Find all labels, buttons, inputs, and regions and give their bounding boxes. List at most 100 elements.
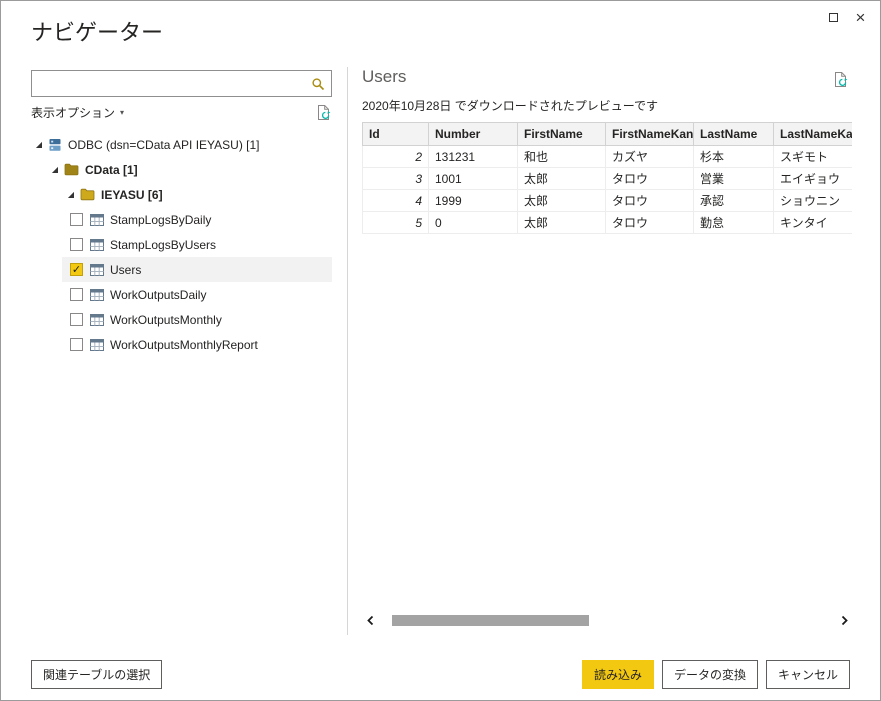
preview-table: Id Number FirstName FirstNameKana LastNa…	[362, 122, 852, 234]
table-cell: 131231	[428, 145, 518, 168]
table-checkbox[interactable]	[70, 288, 83, 301]
tree-node-label: WorkOutputsMonthlyReport	[110, 337, 258, 352]
navigator-dialog: × ナビゲーター 表示オプション ▾ ◢ ODBC (dsn=CData API…	[0, 0, 881, 701]
tree-node-workoutputsdaily[interactable]: WorkOutputsDaily	[62, 282, 332, 307]
table-checkbox[interactable]	[70, 313, 83, 326]
tree-node-odbc[interactable]: ◢ ODBC (dsn=CData API IEYASU) [1]	[31, 132, 332, 157]
table-checkbox[interactable]	[70, 238, 83, 251]
table-cell: 4	[362, 189, 429, 212]
transform-data-button[interactable]: データの変換	[661, 660, 758, 689]
close-icon: ×	[855, 8, 866, 27]
tree-node-label: ODBC (dsn=CData API IEYASU) [1]	[68, 137, 260, 152]
folder-icon	[64, 163, 79, 176]
page-title: ナビゲーター	[31, 20, 164, 45]
search-icon[interactable]	[305, 71, 331, 96]
table-cell: 杉本	[693, 145, 774, 168]
expand-collapse-icon[interactable]: ◢	[49, 165, 61, 174]
tree-node-label: IEYASU [6]	[101, 187, 163, 202]
tree-node-users[interactable]: ✓ Users	[62, 257, 332, 282]
table-row: 4 1999 太郎 タロウ 承認 ショウニン	[362, 189, 852, 212]
column-header: Id	[362, 122, 429, 146]
close-button[interactable]: ×	[847, 5, 874, 30]
tree-node-ieyasu[interactable]: ◢ IEYASU [6]	[31, 182, 332, 207]
table-cell: スギモト	[773, 145, 852, 168]
table-row: 5 0 太郎 タロウ 勤怠 キンタイ	[362, 211, 852, 234]
tree-node-label: WorkOutputsDaily	[110, 287, 207, 302]
table-cell: 勤怠	[693, 211, 774, 234]
table-cell: 1999	[428, 189, 518, 212]
tree-node-label: CData [1]	[85, 162, 138, 177]
table-cell: タロウ	[605, 211, 694, 234]
table-checkbox[interactable]	[70, 213, 83, 226]
display-options-row: 表示オプション ▾	[31, 101, 332, 123]
tree-node-workoutputsmonthly[interactable]: WorkOutputsMonthly	[62, 307, 332, 332]
table-icon	[90, 238, 104, 251]
table-cell: 太郎	[517, 211, 606, 234]
search-input[interactable]	[32, 71, 305, 96]
table-cell: タロウ	[605, 167, 694, 190]
window-controls: ×	[820, 5, 874, 30]
scroll-right-button[interactable]	[836, 612, 852, 629]
scrollbar-track[interactable]	[378, 612, 836, 629]
display-options-dropdown[interactable]: 表示オプション ▾	[31, 104, 124, 121]
display-options-label: 表示オプション	[31, 105, 116, 120]
table-cell: 1001	[428, 167, 518, 190]
column-header: Number	[428, 122, 518, 146]
navigation-tree: ◢ ODBC (dsn=CData API IEYASU) [1] ◢ CDat…	[31, 132, 332, 357]
check-icon: ✓	[71, 264, 82, 276]
header-row: Id Number FirstName FirstNameKana LastNa…	[362, 122, 852, 146]
scrollbar-thumb[interactable]	[392, 615, 589, 626]
column-header: LastNameKana	[773, 122, 852, 146]
tree-node-stamplogsbydaily[interactable]: StampLogsByDaily	[62, 207, 332, 232]
column-header: FirstNameKana	[605, 122, 694, 146]
refresh-icon[interactable]	[315, 104, 332, 121]
tree-node-cdata[interactable]: ◢ CData [1]	[31, 157, 332, 182]
table-cell: 営業	[693, 167, 774, 190]
select-related-tables-button[interactable]: 関連テーブルの選択	[31, 660, 163, 689]
load-button[interactable]: 読み込み	[581, 660, 654, 689]
tree-node-label: StampLogsByDaily	[110, 212, 212, 227]
table-row: 3 1001 太郎 タロウ 営業 エイギョウ	[362, 167, 852, 190]
table-cell: カズヤ	[605, 145, 694, 168]
scroll-right-icon	[841, 615, 848, 626]
table-icon	[90, 263, 104, 276]
column-header: LastName	[693, 122, 774, 146]
folder-icon	[80, 188, 95, 201]
panel-divider	[347, 67, 348, 635]
maximize-icon	[829, 13, 838, 22]
expand-collapse-icon[interactable]: ◢	[33, 140, 45, 149]
table-row: 2 131231 和也 カズヤ 杉本 スギモト	[362, 145, 852, 168]
horizontal-scrollbar	[362, 612, 852, 629]
table-cell: エイギョウ	[773, 167, 852, 190]
table-cell: 2	[362, 145, 429, 168]
search-box	[31, 70, 332, 97]
preview-table-container: Id Number FirstName FirstNameKana LastNa…	[362, 122, 852, 234]
preview-subtitle: 2020年10月28日 でダウンロードされたプレビューです	[362, 99, 659, 113]
table-checkbox[interactable]	[70, 338, 83, 351]
table-cell: 3	[362, 167, 429, 190]
expand-collapse-icon[interactable]: ◢	[65, 190, 77, 199]
cancel-button[interactable]: キャンセル	[765, 660, 850, 689]
tree-node-stamplogsbyusers[interactable]: StampLogsByUsers	[62, 232, 332, 257]
table-cell: 太郎	[517, 189, 606, 212]
preview-title: Users	[362, 67, 407, 86]
tree-node-label: StampLogsByUsers	[110, 237, 217, 252]
maximize-button[interactable]	[820, 5, 847, 30]
odbc-server-icon	[48, 138, 62, 152]
table-cell: タロウ	[605, 189, 694, 212]
chevron-down-icon: ▾	[120, 107, 125, 117]
column-header: FirstName	[517, 122, 606, 146]
table-cell: 太郎	[517, 167, 606, 190]
table-icon	[90, 288, 104, 301]
footer-actions: 読み込み データの変換 キャンセル	[581, 660, 850, 689]
table-cell: 和也	[517, 145, 606, 168]
table-checkbox[interactable]: ✓	[70, 263, 83, 276]
tree-node-workoutputsmonthlyreport[interactable]: WorkOutputsMonthlyReport	[62, 332, 332, 357]
table-cell: 5	[362, 211, 429, 234]
tree-node-label: Users	[110, 262, 142, 277]
table-cell: 0	[428, 211, 518, 234]
refresh-preview-icon[interactable]	[832, 71, 849, 88]
table-icon	[90, 313, 104, 326]
scroll-left-button[interactable]	[362, 612, 378, 629]
tree-node-label: WorkOutputsMonthly	[110, 312, 222, 327]
